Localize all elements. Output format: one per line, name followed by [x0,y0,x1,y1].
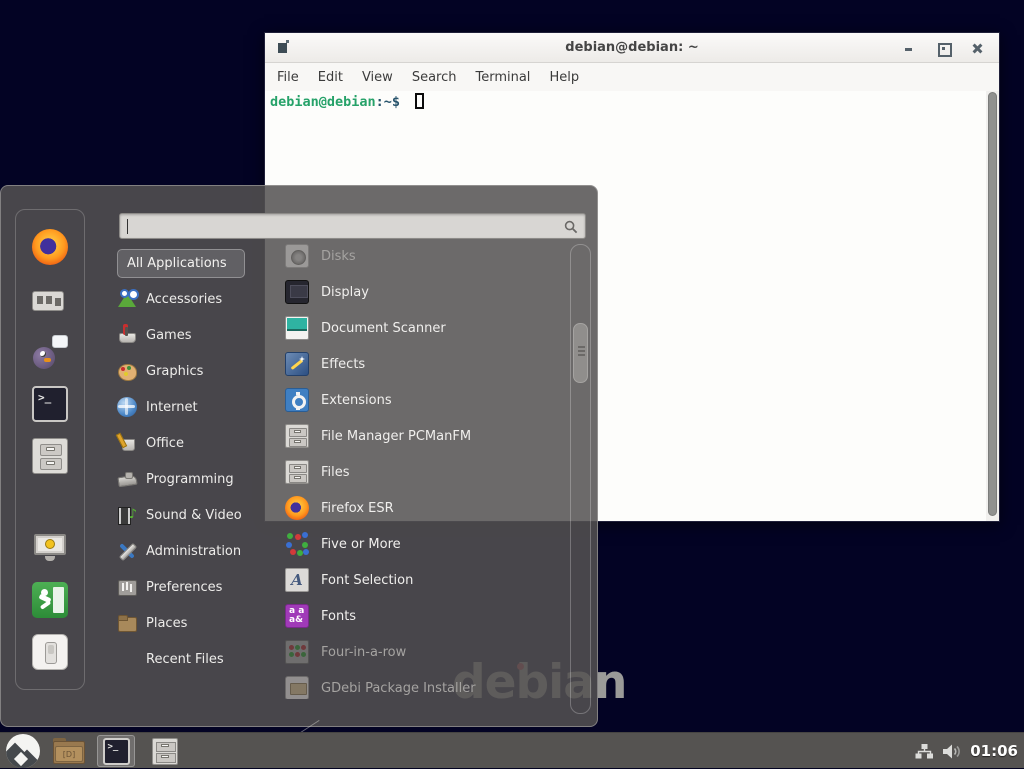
graphics-icon [117,361,137,381]
effects-icon [285,352,309,376]
terminal-title: debian@debian: ~ [265,40,999,55]
category-office[interactable]: Office [117,425,271,461]
disks-icon [285,244,309,268]
category-sound-video[interactable]: Sound & Video [117,497,271,533]
shell-prompt: debian@debian:~$ [270,93,424,110]
font-selection-icon: A [285,568,309,592]
search-box[interactable] [119,213,586,239]
app-document-scanner[interactable]: Document Scanner [285,310,565,346]
places-icon [117,613,137,633]
terminal-scrollbar[interactable] [986,91,999,521]
menu-edit[interactable]: Edit [318,70,343,85]
category-list: All Applications Accessories Games Graph… [117,249,271,677]
search-input[interactable] [120,214,585,238]
network-icon[interactable] [915,743,934,760]
app-four-in-a-row[interactable]: Four-in-a-row [285,634,565,670]
category-internet[interactable]: Internet [117,389,271,425]
menu-scrollbar[interactable] [570,244,591,714]
app-file-manager-pcmanfm[interactable]: File Manager PCManFM [285,418,565,454]
accessories-icon [117,289,137,309]
clock[interactable]: 01:06 [970,742,1018,760]
gdebi-icon [285,676,309,699]
category-programming[interactable]: Programming [117,461,271,497]
office-icon [117,433,137,453]
administration-icon [117,541,137,561]
app-display[interactable]: Display [285,274,565,310]
shut-down-icon[interactable] [32,634,68,670]
log-out-icon[interactable] [32,582,68,618]
terminal-scrollbar-thumb[interactable] [988,92,997,516]
taskbar-terminal-button[interactable]: >_ [97,735,135,767]
app-firefox-esr[interactable]: Firefox ESR [285,490,565,526]
files-icon [285,460,309,484]
terminal-menubar: File Edit View Search Terminal Help [265,63,999,91]
app-extensions[interactable]: Extensions [285,382,565,418]
volume-icon[interactable] [942,743,962,760]
desktop: debian debian@debian: ~ File Edit View S… [0,0,1024,768]
application-list: Disks Display Document Scanner Effects E… [285,238,565,699]
category-places[interactable]: Places [117,605,271,641]
menu-button[interactable] [6,734,40,768]
category-graphics[interactable]: Graphics [117,353,271,389]
file-manager-icon[interactable] [32,438,68,474]
pidgin-icon[interactable] [32,334,68,370]
category-games[interactable]: Games [117,317,271,353]
minimize-button[interactable] [904,43,915,54]
menu-scrollbar-thumb[interactable] [573,323,588,383]
games-icon [117,325,137,345]
terminal-titlebar[interactable]: debian@debian: ~ [265,33,999,63]
internet-icon [117,397,137,417]
menu-search[interactable]: Search [412,70,457,85]
fonts-icon: a aa& [285,604,309,628]
category-preferences[interactable]: Preferences [117,569,271,605]
taskbar-terminal-icon: >_ [103,738,130,765]
programming-icon [117,469,137,489]
lock-screen-icon[interactable] [32,530,68,566]
category-all-applications[interactable]: All Applications [117,249,245,278]
five-or-more-icon [285,532,309,556]
app-fonts[interactable]: a aa&Fonts [285,598,565,634]
application-menu: >_ All Applications Accessories [0,185,598,727]
app-effects[interactable]: Effects [285,346,565,382]
preferences-icon [117,577,137,597]
menu-file[interactable]: File [277,70,299,85]
taskbar: [D] >_ 01:06 [0,732,1024,768]
menu-help[interactable]: Help [549,70,579,85]
favorites-rail: >_ [15,209,85,690]
app-files[interactable]: Files [285,454,565,490]
terminal-cursor [415,93,424,109]
document-scanner-icon [285,316,309,340]
category-administration[interactable]: Administration [117,533,271,569]
app-disks[interactable]: Disks [285,238,565,274]
extensions-icon [285,388,309,412]
category-accessories[interactable]: Accessories [117,281,271,317]
sound-video-icon [117,505,137,525]
prompt-user-host: debian@debian [270,94,376,110]
pcmanfm-icon [285,424,309,448]
text-caret [127,219,128,234]
control-center-icon[interactable] [32,282,68,318]
recent-files-spacer [117,649,137,669]
firefox-esr-icon [285,496,309,520]
app-gdebi[interactable]: GDebi Package Installer [285,670,565,699]
search-icon [564,220,578,234]
four-in-a-row-icon [285,640,309,664]
firefox-icon[interactable] [32,229,68,265]
app-five-or-more[interactable]: Five or More [285,526,565,562]
menu-view[interactable]: View [362,70,393,85]
menu-terminal[interactable]: Terminal [475,70,530,85]
app-font-selection[interactable]: AFont Selection [285,562,565,598]
display-icon [285,280,309,304]
terminal-launcher-icon[interactable]: >_ [32,386,68,422]
maximize-button[interactable] [938,43,949,54]
prompt-path: :~$ [376,94,400,110]
close-button[interactable] [972,43,983,54]
taskbar-file-manager-icon[interactable] [152,738,178,765]
category-recent-files[interactable]: Recent Files [117,641,271,677]
desktop-folder-icon[interactable]: [D] [53,738,85,764]
system-tray: 01:06 [915,733,1018,769]
terminal-window-icon [278,43,287,53]
